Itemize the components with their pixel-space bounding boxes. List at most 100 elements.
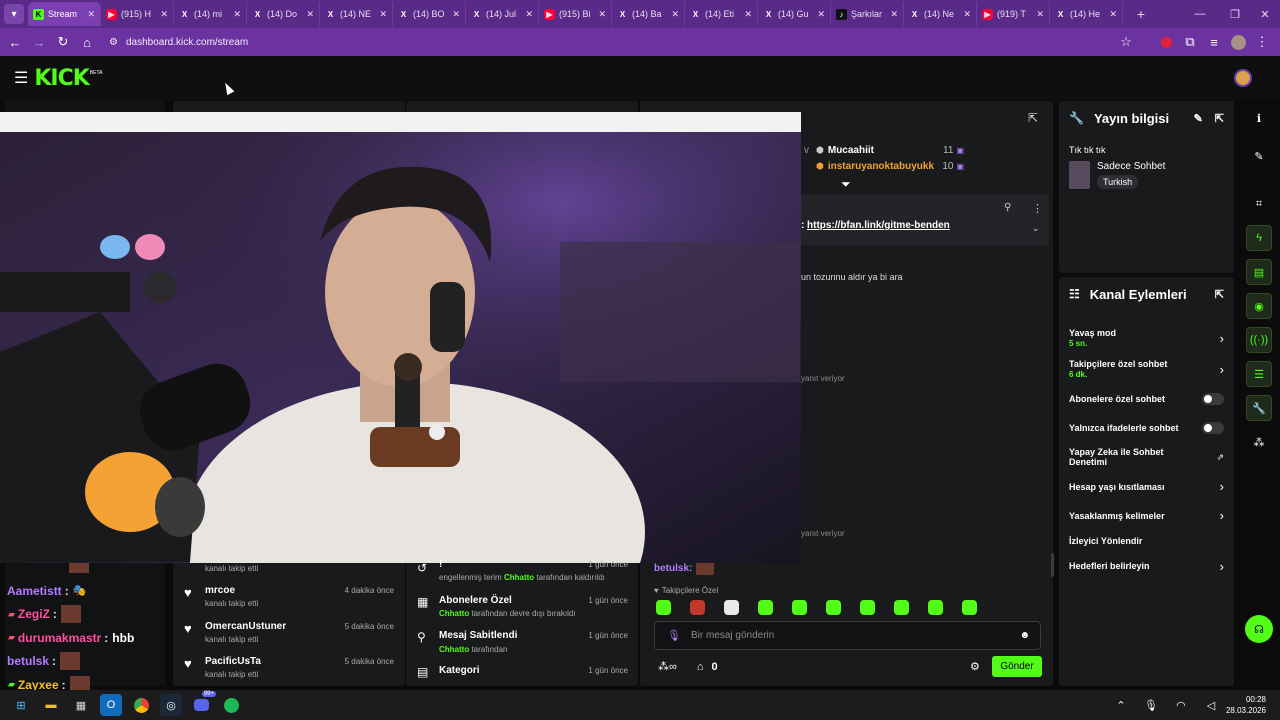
- emotes-only-toggle[interactable]: [1202, 421, 1224, 434]
- action-goals[interactable]: Hedefleri belirleyin ›: [1069, 552, 1224, 580]
- tab-close-icon[interactable]: ✕: [744, 9, 752, 20]
- emote-icon[interactable]: [894, 600, 909, 615]
- store-icon[interactable]: ⌂: [697, 661, 704, 673]
- tab-10[interactable]: X (14) Gu ✕: [758, 2, 831, 26]
- emote-icon[interactable]: [962, 600, 977, 615]
- microphone-tray-icon[interactable]: 🎙: [1140, 694, 1162, 716]
- speaker-icon[interactable]: ◁: [1200, 694, 1222, 716]
- emote-icon[interactable]: [928, 600, 943, 615]
- emote-icon[interactable]: [860, 600, 875, 615]
- tab-close-icon[interactable]: ✕: [890, 9, 898, 20]
- support-headset-icon[interactable]: ☊: [1245, 615, 1273, 643]
- profile-avatar-icon[interactable]: [1226, 30, 1250, 54]
- url-field[interactable]: ⚙ dashboard.kick.com/stream: [109, 31, 1114, 53]
- emote-icon[interactable]: [656, 600, 671, 615]
- tab-close-icon[interactable]: ✕: [306, 9, 314, 20]
- tab-14[interactable]: X (14) He ✕: [1050, 2, 1123, 26]
- tab-1[interactable]: ▶ (915) H ✕: [101, 2, 174, 26]
- tab-close-icon[interactable]: ✕: [1109, 9, 1117, 20]
- chat-scrollbar[interactable]: [1051, 553, 1054, 577]
- extensions-puzzle-icon[interactable]: ⧉: [1178, 30, 1202, 54]
- tab-close-icon[interactable]: ✕: [525, 9, 533, 20]
- tab-close-icon[interactable]: ✕: [963, 9, 971, 20]
- tray-chevron-icon[interactable]: ⌃: [1110, 694, 1132, 716]
- action-account-age[interactable]: Hesap yaşı kısıtlaması ›: [1069, 472, 1224, 501]
- emote-icon[interactable]: [758, 600, 773, 615]
- emote-icon[interactable]: [826, 600, 841, 615]
- pin-icon[interactable]: ⚲: [1004, 202, 1011, 213]
- popout-icon[interactable]: ⇱: [1215, 288, 1224, 301]
- external-link-icon[interactable]: ⇗: [1216, 452, 1224, 463]
- forward-icon[interactable]: →: [27, 30, 51, 54]
- tab-close-icon[interactable]: ✕: [1036, 9, 1044, 20]
- hamburger-menu-icon[interactable]: ☰: [14, 68, 28, 88]
- steam-icon[interactable]: ◎: [160, 694, 182, 716]
- tab-close-icon[interactable]: ✕: [87, 9, 95, 20]
- home-icon[interactable]: ⌂: [75, 30, 99, 54]
- tab-8[interactable]: X (14) Ba ✕: [612, 2, 685, 26]
- tab-9[interactable]: X (14) Eti ✕: [685, 2, 758, 26]
- minimize-icon[interactable]: —: [1180, 0, 1220, 28]
- webcam-video[interactable]: [0, 112, 801, 563]
- tab-close-icon[interactable]: ✕: [598, 9, 606, 20]
- extension-red-icon[interactable]: [1154, 30, 1178, 54]
- tab-12[interactable]: X (14) Ne ✕: [904, 2, 977, 26]
- tab-close-icon[interactable]: ✕: [671, 9, 679, 20]
- tab-5[interactable]: X (14) BO ✕: [393, 2, 466, 26]
- wrench-icon[interactable]: 🔧: [1246, 395, 1272, 421]
- popout-icon[interactable]: ⇱: [1215, 112, 1224, 125]
- tab-6[interactable]: X (14) Jul ✕: [466, 2, 539, 26]
- tab-7[interactable]: ▶ (915) Bi ✕: [539, 2, 612, 26]
- emote-icon[interactable]: [690, 600, 705, 615]
- layout-icon[interactable]: ☰: [1246, 361, 1272, 387]
- tab-close-icon[interactable]: ✕: [379, 9, 387, 20]
- tab-close-icon[interactable]: ✕: [233, 9, 241, 20]
- dots-cluster-icon[interactable]: ⁂: [1246, 429, 1272, 455]
- store-icon[interactable]: ▦: [70, 694, 92, 716]
- outlook-icon[interactable]: O: [100, 694, 122, 716]
- send-button[interactable]: Gönder: [992, 656, 1042, 677]
- kick-logo[interactable]: KICK: [34, 66, 89, 91]
- chevron-right-icon[interactable]: ›: [1220, 331, 1224, 346]
- edit-pencil-icon[interactable]: ✎: [1246, 143, 1272, 169]
- tab-close-icon[interactable]: ✕: [817, 9, 825, 20]
- file-explorer-icon[interactable]: ▬: [40, 694, 62, 716]
- action-raid[interactable]: İzleyici Yönlendir: [1069, 530, 1224, 552]
- chrome-icon[interactable]: [130, 694, 152, 716]
- action-followers-only[interactable]: Takipçilere özel sohbet 6 dk. ›: [1069, 354, 1224, 384]
- microphone-icon[interactable]: 🎙: [667, 629, 681, 642]
- wifi-icon[interactable]: ◠: [1170, 694, 1192, 716]
- filter-icon[interactable]: ⏷: [841, 177, 851, 192]
- chevron-right-icon[interactable]: ›: [1220, 559, 1224, 574]
- bookmark-star-icon[interactable]: ☆: [1114, 30, 1138, 54]
- tab-13[interactable]: ▶ (919) T ✕: [977, 2, 1050, 26]
- emote-icon[interactable]: [792, 600, 807, 615]
- info-icon[interactable]: ℹ: [1246, 105, 1272, 131]
- tab-search-icon[interactable]: ▾: [4, 4, 24, 24]
- windows-start-icon[interactable]: ⊞: [10, 694, 32, 716]
- clipboard-icon[interactable]: ▤: [1246, 259, 1272, 285]
- edit-pencil-icon[interactable]: ✎: [1194, 112, 1203, 125]
- points-icon[interactable]: ⁂∞: [658, 660, 677, 673]
- user-avatar[interactable]: [1234, 69, 1252, 87]
- action-ai-moderation[interactable]: Yapay Zeka ile Sohbet Denetimi ⇗: [1069, 442, 1224, 472]
- reload-icon[interactable]: ↻: [51, 30, 75, 54]
- pinned-menu-icon[interactable]: ⋮: [1032, 202, 1043, 215]
- emote-icon[interactable]: [724, 600, 739, 615]
- discord-icon[interactable]: 99+: [190, 691, 216, 716]
- site-info-icon[interactable]: ⚙: [109, 37, 118, 48]
- reading-list-icon[interactable]: ≡: [1202, 30, 1226, 54]
- tab-close-icon[interactable]: ✕: [160, 9, 168, 20]
- back-icon[interactable]: ←: [3, 30, 27, 54]
- tab-3[interactable]: X (14) Do ✕: [247, 2, 320, 26]
- new-tab-button[interactable]: +: [1129, 2, 1153, 26]
- action-slow-mode[interactable]: Yavaş mod 5 sn. ›: [1069, 323, 1224, 353]
- focus-icon[interactable]: ⌗: [1246, 191, 1272, 217]
- browser-menu-icon[interactable]: ⋮: [1250, 30, 1274, 54]
- chat-settings-icon[interactable]: ⚙: [970, 660, 980, 673]
- close-window-icon[interactable]: ✕: [1245, 0, 1280, 28]
- tab-0[interactable]: K Stream ✕: [28, 2, 101, 26]
- pinned-link[interactable]: https://bfan.link/gitme-benden: [807, 220, 950, 231]
- chat-input[interactable]: 🎙 Bir mesaj gönderin ☻: [654, 621, 1041, 650]
- action-banned-words[interactable]: Yasaklanmış kelimeler ›: [1069, 501, 1224, 530]
